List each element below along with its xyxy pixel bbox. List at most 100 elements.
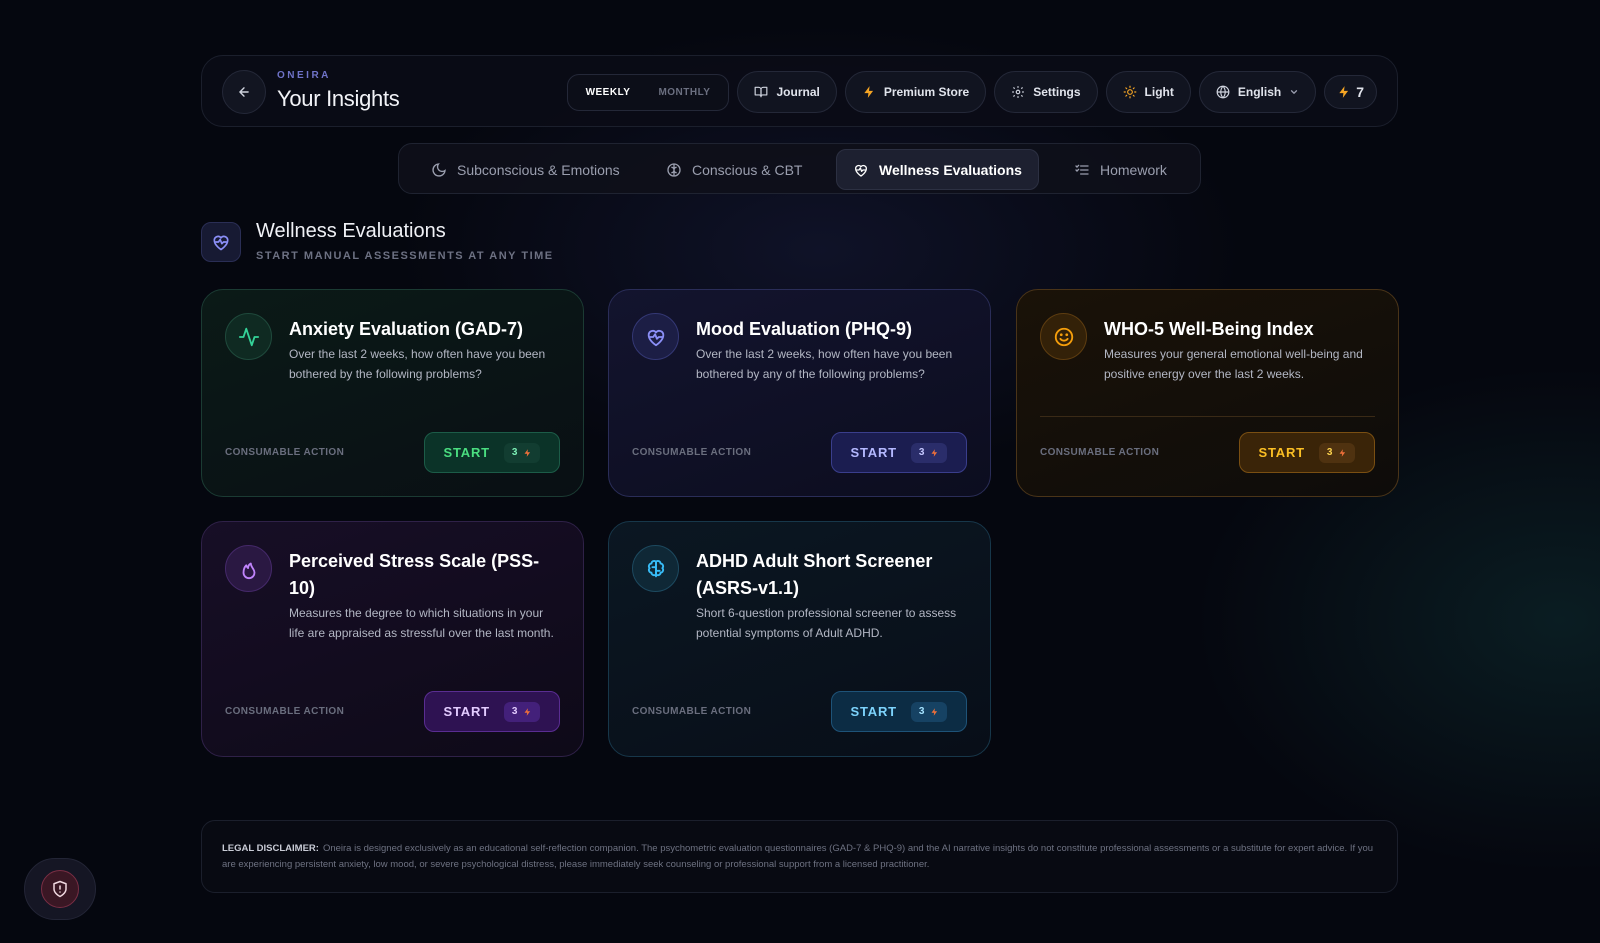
shield-icon: [53, 880, 67, 898]
settings-button[interactable]: Settings: [994, 71, 1098, 113]
tab-label: Homework: [1100, 161, 1167, 178]
globe-icon: [1216, 85, 1230, 99]
period-monthly[interactable]: MONTHLY: [644, 87, 724, 98]
section-icon: [201, 222, 241, 262]
theme-toggle-button[interactable]: Light: [1105, 71, 1191, 113]
evaluation-card-who5: WHO-5 Well-Being Index Measures your gen…: [1016, 289, 1399, 497]
start-button[interactable]: START 3: [424, 432, 560, 473]
card-description: Over the last 2 weeks, how often have yo…: [696, 347, 953, 381]
lightning-icon: [864, 86, 873, 98]
flame-icon: [242, 562, 255, 579]
privacy-shield-button[interactable]: [24, 858, 96, 920]
card-title: Perceived Stress Scale (PSS-10): [289, 551, 540, 598]
lightning-icon: [524, 707, 531, 716]
chevron-down-icon: [1291, 90, 1298, 94]
period-toggle: WEEKLY MONTHLY: [566, 73, 730, 111]
card-icon-wrap: [632, 313, 679, 360]
premium-store-label: Premium Store: [883, 85, 970, 99]
tab-label: Conscious & CBT: [692, 161, 803, 178]
card-divider: [1040, 416, 1375, 417]
heart-pulse-icon: [213, 235, 229, 251]
tab-wellness-evaluations[interactable]: Wellness Evaluations: [836, 149, 1039, 190]
card-title: ADHD Adult Short Screener (ASRS-v1.1): [696, 551, 933, 598]
cost-value: 3: [918, 447, 925, 458]
toolbar: WEEKLY MONTHLY Journal Premium Store Set…: [566, 71, 1377, 113]
checklist-icon: [1075, 164, 1089, 175]
book-open-icon: [755, 86, 768, 98]
lightning-icon: [1339, 448, 1346, 457]
smile-icon: [1054, 327, 1073, 346]
back-button[interactable]: [222, 70, 266, 114]
start-label: START: [1258, 445, 1305, 460]
theme-label: Light: [1144, 85, 1174, 99]
disclaimer-text: Oneira is designed exclusively as an edu…: [222, 843, 1374, 870]
insight-tabs: Subconscious & Emotions Conscious & CBT …: [398, 143, 1201, 194]
card-footer-label: CONSUMABLE ACTION: [225, 447, 345, 458]
lightning-icon: [931, 707, 938, 716]
brain-icon: [667, 162, 681, 177]
legal-disclaimer: LEGAL DISCLAIMER: Oneira is designed excl…: [201, 820, 1398, 893]
cost-value: 3: [918, 706, 925, 717]
card-title: WHO-5 Well-Being Index: [1104, 319, 1314, 339]
cost-value: 3: [1326, 447, 1333, 458]
start-label: START: [850, 445, 897, 460]
evaluation-card-pss10: Perceived Stress Scale (PSS-10) Measures…: [201, 521, 584, 757]
cost-badge: 3: [503, 701, 541, 722]
lightning-icon: [524, 448, 531, 457]
tab-subconscious[interactable]: Subconscious & Emotions: [415, 149, 636, 190]
evaluation-card-asrs: ADHD Adult Short Screener (ASRS-v1.1) Sh…: [608, 521, 991, 757]
activity-icon: [238, 327, 259, 346]
card-footer-label: CONSUMABLE ACTION: [632, 706, 752, 717]
card-footer-label: CONSUMABLE ACTION: [1040, 447, 1160, 458]
premium-store-button[interactable]: Premium Store: [844, 71, 987, 113]
heart-pulse-icon: [647, 329, 664, 346]
card-description: Over the last 2 weeks, how often have yo…: [289, 347, 546, 381]
card-description: Short 6-question professional screener t…: [696, 606, 957, 640]
cost-badge: 3: [503, 442, 541, 463]
cost-badge: 3: [910, 442, 948, 463]
start-button[interactable]: START 3: [831, 432, 967, 473]
settings-label: Settings: [1033, 85, 1081, 99]
tab-label: Subconscious & Emotions: [457, 161, 620, 178]
arrow-left-icon: [239, 87, 249, 97]
start-button[interactable]: START 3: [1239, 432, 1375, 473]
tab-label: Wellness Evaluations: [879, 161, 1022, 178]
tab-homework[interactable]: Homework: [1058, 149, 1183, 190]
journal-label: Journal: [776, 85, 820, 99]
start-label: START: [443, 704, 490, 719]
header-bar: ONEIRA Your Insights WEEKLY MONTHLY Jour…: [201, 55, 1398, 127]
cost-value: 3: [511, 447, 518, 458]
language-select[interactable]: English: [1198, 71, 1317, 113]
start-label: START: [850, 704, 897, 719]
card-footer-label: CONSUMABLE ACTION: [632, 447, 752, 458]
heart-pulse-icon: [855, 164, 867, 177]
card-icon-wrap: [632, 545, 679, 592]
evaluation-card-gad7: Anxiety Evaluation (GAD-7) Over the last…: [201, 289, 584, 497]
section-title: Wellness Evaluations: [256, 220, 446, 242]
card-description: Measures your general emotional well-bei…: [1104, 347, 1363, 381]
evaluation-card-phq9: Mood Evaluation (PHQ-9) Over the last 2 …: [608, 289, 991, 497]
card-title: Mood Evaluation (PHQ-9): [696, 319, 912, 339]
card-description: Measures the degree to which situations …: [289, 606, 554, 640]
cost-badge: 3: [910, 701, 948, 722]
page-title: Your Insights: [277, 86, 400, 111]
card-icon-wrap: [225, 545, 272, 592]
brain-icon: [647, 559, 664, 577]
tab-conscious-cbt[interactable]: Conscious & CBT: [650, 149, 818, 190]
language-label: English: [1237, 85, 1282, 99]
gear-icon: [1012, 86, 1025, 98]
start-button[interactable]: START 3: [424, 691, 560, 732]
cost-badge: 3: [1318, 442, 1356, 463]
start-button[interactable]: START 3: [831, 691, 967, 732]
moon-icon: [432, 162, 446, 177]
journal-button[interactable]: Journal: [737, 71, 837, 113]
brand-name: ONEIRA: [277, 70, 331, 81]
cost-value: 3: [511, 706, 518, 717]
shield-badge: [41, 870, 79, 908]
period-weekly[interactable]: WEEKLY: [572, 87, 645, 98]
energy-balance[interactable]: 7: [1324, 75, 1377, 109]
card-title: Anxiety Evaluation (GAD-7): [289, 319, 524, 339]
card-footer-label: CONSUMABLE ACTION: [225, 706, 345, 717]
energy-count: 7: [1356, 84, 1364, 100]
card-icon-wrap: [1040, 313, 1087, 360]
